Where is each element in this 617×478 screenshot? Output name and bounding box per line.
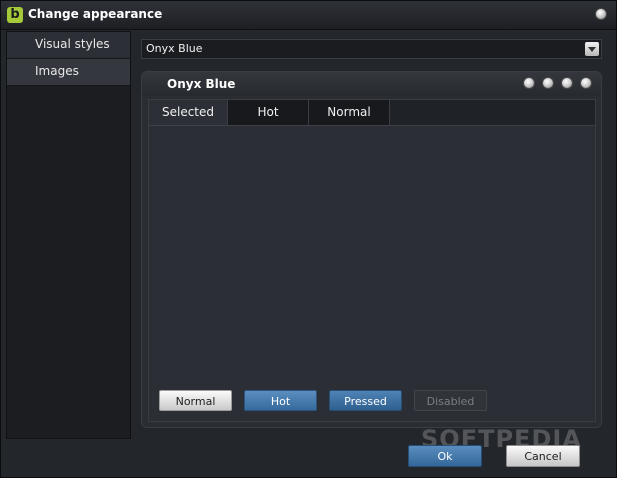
preview-tab-content: Normal Hot Pressed Disabled [148, 125, 596, 422]
preview-orb-icon [561, 77, 573, 89]
window-title: Change appearance [28, 7, 163, 21]
window-close-icon[interactable] [595, 8, 607, 20]
preview-title: Onyx Blue [167, 77, 236, 91]
dialog-footer: SOFTPEDIA Ok Cancel [1, 425, 616, 477]
sidebar-item-visual-styles[interactable]: Visual styles [7, 32, 130, 59]
tab-hot[interactable]: Hot [228, 100, 309, 125]
tab-normal[interactable]: Normal [309, 100, 390, 125]
preview-header: Onyx Blue [142, 72, 601, 96]
sidebar: Visual styles Images [6, 31, 131, 439]
sidebar-item-images[interactable]: Images [7, 59, 130, 86]
title-bar[interactable]: b Change appearance [1, 1, 616, 30]
dropdown-value: Onyx Blue [146, 42, 203, 55]
ok-button[interactable]: Ok [408, 445, 482, 467]
preview-orb-icon [542, 77, 554, 89]
demo-disabled-button: Disabled [414, 390, 487, 411]
cancel-button[interactable]: Cancel [506, 445, 580, 467]
chevron-down-icon[interactable] [585, 42, 599, 56]
preview-orb-icon [523, 77, 535, 89]
style-preview-panel: Onyx Blue Selected Hot Normal Normal Hot… [141, 71, 602, 428]
demo-pressed-button[interactable]: Pressed [329, 390, 402, 411]
sidebar-item-label: Visual styles [35, 37, 110, 51]
demo-hot-button[interactable]: Hot [244, 390, 317, 411]
preview-tabs: Selected Hot Normal [148, 99, 596, 125]
sidebar-item-label: Images [35, 64, 79, 78]
change-appearance-window: b Change appearance Visual styles Images… [0, 0, 617, 478]
preview-orb-icon [580, 77, 592, 89]
visual-style-dropdown[interactable]: Onyx Blue [141, 39, 602, 59]
demo-normal-button[interactable]: Normal [159, 390, 232, 411]
tab-selected[interactable]: Selected [149, 100, 228, 125]
app-logo-icon: b [7, 7, 23, 23]
